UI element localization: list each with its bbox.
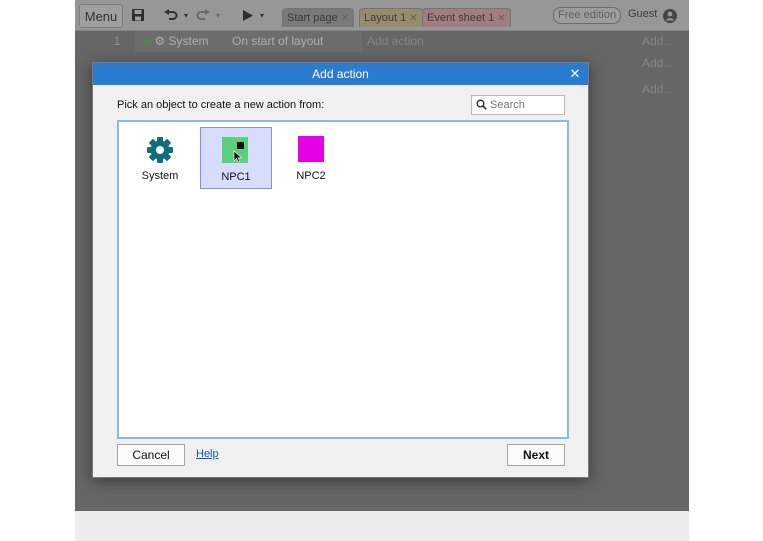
object-label: System (141, 170, 179, 182)
search-input[interactable] (488, 96, 564, 114)
dialog-prompt: Pick an object to create a new action fr… (117, 99, 325, 111)
object-system[interactable]: System (125, 127, 195, 187)
object-npc2[interactable]: NPC2 (276, 127, 346, 187)
add-action-dialog: Add action ✕ Pick an object to create a … (92, 62, 589, 478)
object-npc1[interactable]: NPC1 (200, 127, 272, 189)
status-bar (75, 511, 689, 541)
next-button[interactable]: Next (507, 444, 565, 466)
help-link[interactable]: Help (196, 448, 219, 460)
search-box[interactable] (471, 95, 565, 115)
cancel-button[interactable]: Cancel (117, 444, 185, 466)
object-label: NPC1 (221, 171, 251, 183)
gear-icon (147, 137, 173, 163)
dialog-title: Add action (93, 63, 588, 85)
object-list[interactable]: System NPC1 NPC2 (117, 120, 569, 439)
search-icon (476, 99, 487, 110)
close-icon[interactable]: ✕ (568, 63, 582, 85)
sprite-icon (298, 136, 324, 162)
sprite-icon (222, 137, 248, 163)
object-label: NPC2 (296, 170, 326, 182)
